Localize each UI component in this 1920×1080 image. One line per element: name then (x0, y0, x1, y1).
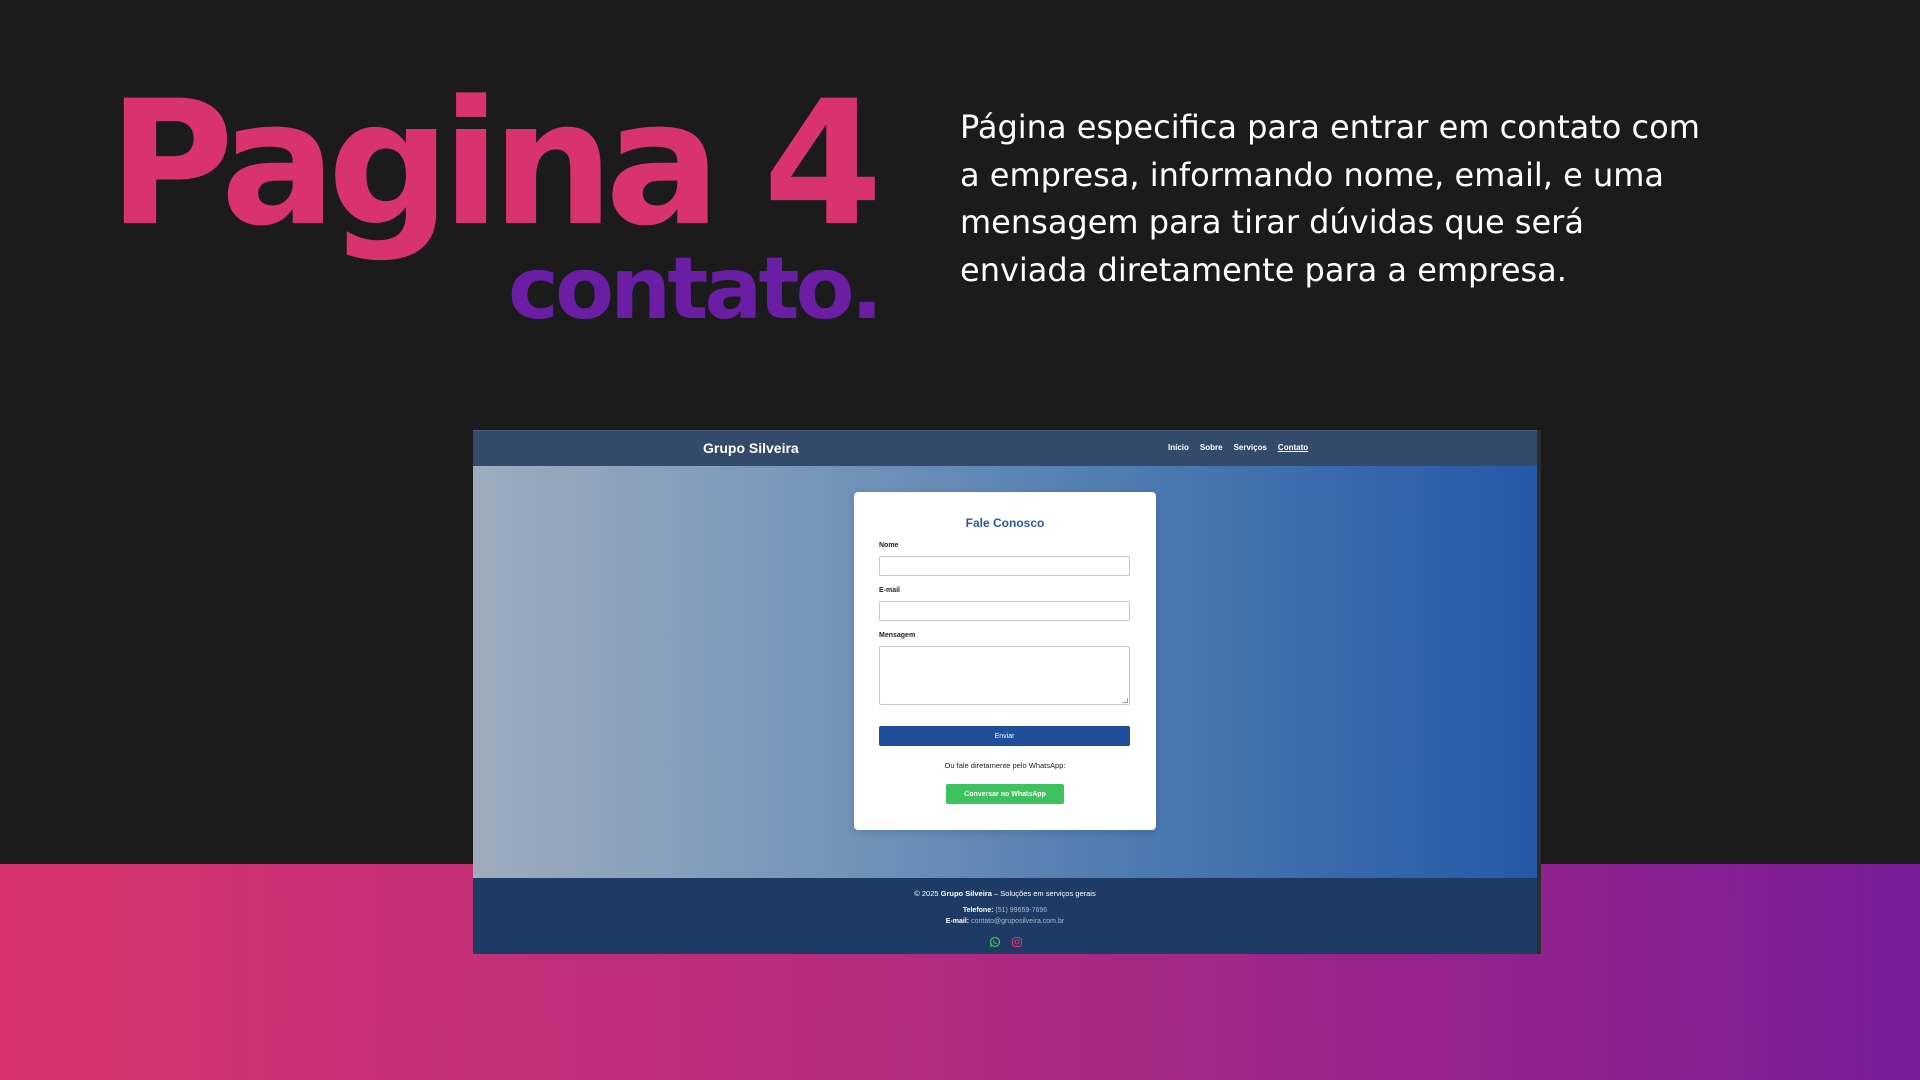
name-input[interactable] (879, 556, 1130, 576)
footer-phone: Telefone: (51) 99659-7696 (473, 907, 1537, 914)
footer-email: E-mail: contato@gruposilveira.com.br (473, 918, 1537, 925)
resize-grip-icon[interactable] (1123, 698, 1128, 703)
name-label: Nome (879, 542, 899, 549)
slide-subtitle: contato. (508, 239, 883, 339)
contact-form-card: Fale Conosco Nome E-mail Mensagem Enviar… (854, 492, 1156, 830)
nav-link-servicos[interactable]: Serviços (1234, 443, 1267, 452)
footer-social-icons (989, 936, 1023, 948)
email-label: E-mail (879, 587, 901, 594)
slide-description: Página especifica para entrar em contato… (960, 108, 1700, 289)
website-screenshot: Grupo Silveira Início Sobre Serviços Con… (473, 430, 1541, 954)
message-label: Mensagem (879, 632, 916, 639)
footer-tagline: – Soluções em serviços gerais (994, 889, 1096, 898)
site-brand[interactable]: Grupo Silveira (703, 440, 799, 456)
whatsapp-note: Ou fale diretamente pelo WhatsApp: (944, 761, 1066, 770)
submit-button[interactable]: Enviar (879, 726, 1130, 746)
site-footer: © 2025 Grupo Silveira – Soluções em serv… (473, 878, 1537, 954)
whatsapp-button[interactable]: Conversar no WhatsApp (946, 784, 1064, 804)
slide-title: Pagina 4 (108, 63, 883, 264)
email-value[interactable]: contato@gruposilveira.com.br (971, 918, 1064, 925)
whatsapp-icon[interactable] (989, 936, 1001, 948)
site-navbar: Grupo Silveira Início Sobre Serviços Con… (473, 430, 1537, 466)
nav-links: Início Sobre Serviços Contato (1168, 443, 1308, 452)
nav-link-sobre[interactable]: Sobre (1200, 443, 1223, 452)
scrollbar[interactable] (1537, 430, 1541, 954)
email-label-footer: E-mail: (945, 918, 970, 925)
phone-value: (51) 99659-7696 (995, 907, 1048, 914)
nav-link-contato[interactable]: Contato (1278, 443, 1308, 452)
phone-label: Telefone: (962, 907, 994, 914)
instagram-icon[interactable] (1011, 936, 1023, 948)
email-input[interactable] (879, 601, 1130, 621)
nav-link-inicio[interactable]: Início (1168, 443, 1189, 452)
form-title: Fale Conosco (965, 516, 1045, 530)
footer-company: Grupo Silveira (940, 889, 992, 898)
footer-copyright: © 2025 Grupo Silveira – Soluções em serv… (473, 889, 1537, 898)
copyright-prefix: © 2025 (914, 889, 939, 898)
message-textarea[interactable] (879, 646, 1130, 705)
